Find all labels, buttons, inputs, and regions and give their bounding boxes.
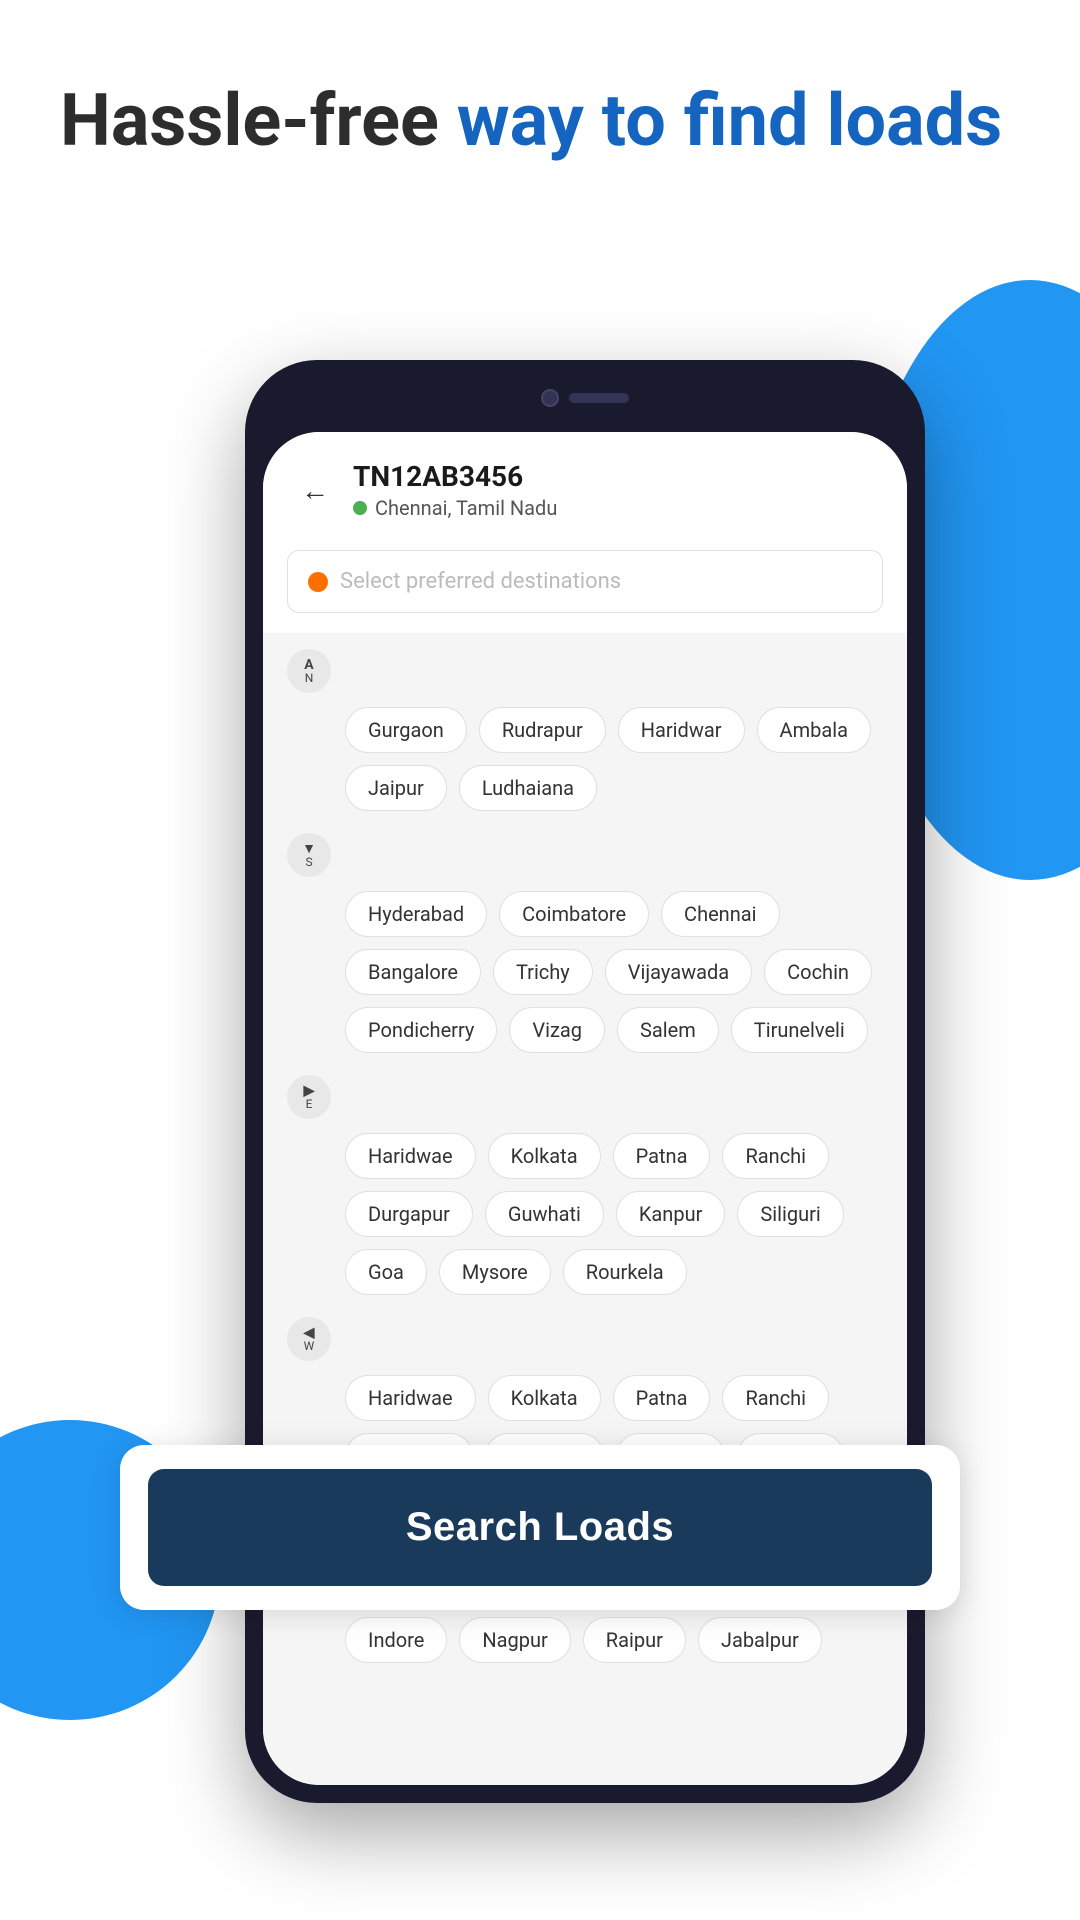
north-chips: Gurgaon Rudrapur Haridwar Ambala Jaipur …	[287, 707, 883, 811]
north-section: A N Gurgaon Rudrapur Haridwar Ambala Jai…	[287, 649, 883, 811]
north-header: A N	[287, 649, 883, 693]
location-dot-icon	[353, 501, 367, 515]
search-placeholder: Select preferred destinations	[340, 569, 621, 594]
south-section: ▼ S Hyderabad Coimbatore Chennai Bangalo…	[287, 833, 883, 1053]
chip-jaipur[interactable]: Jaipur	[345, 765, 447, 811]
chip-gurgaon[interactable]: Gurgaon	[345, 707, 467, 753]
chip-rourkela-e[interactable]: Rourkela	[563, 1249, 687, 1295]
chip-haridwae-e[interactable]: Haridwae	[345, 1133, 476, 1179]
chip-kolkata-e[interactable]: Kolkata	[488, 1133, 601, 1179]
screen-header: ← TN12AB3456 Chennai, Tamil Nadu	[263, 432, 907, 540]
vehicle-info: TN12AB3456 Chennai, Tamil Nadu	[353, 460, 557, 520]
sensors	[569, 393, 629, 403]
south-chips: Hyderabad Coimbatore Chennai Bangalore T…	[287, 891, 883, 1053]
destinations-area: A N Gurgaon Rudrapur Haridwar Ambala Jai…	[263, 633, 907, 1785]
chip-goa-e[interactable]: Goa	[345, 1249, 427, 1295]
back-arrow-icon: ←	[301, 474, 329, 507]
chip-siliguri-e[interactable]: Siliguri	[737, 1191, 843, 1237]
chip-tirunelveli[interactable]: Tirunelveli	[731, 1007, 868, 1053]
south-direction-icon: ▼ S	[287, 833, 331, 877]
east-chips: Haridwae Kolkata Patna Ranchi Durgapur G…	[287, 1133, 883, 1295]
chip-vizag[interactable]: Vizag	[509, 1007, 605, 1053]
chip-durgapur-e[interactable]: Durgapur	[345, 1191, 473, 1237]
chip-cochin[interactable]: Cochin	[764, 949, 872, 995]
vehicle-id: TN12AB3456	[353, 460, 557, 493]
chip-vijayawada[interactable]: Vijayawada	[605, 949, 752, 995]
chip-ludhaiana[interactable]: Ludhaiana	[459, 765, 597, 811]
chip-pondicherry[interactable]: Pondicherry	[345, 1007, 497, 1053]
headline-part2: way to find loads	[457, 78, 1002, 163]
chip-jabalpur[interactable]: Jabalpur	[698, 1617, 822, 1663]
east-direction-icon: ▶ E	[287, 1075, 331, 1119]
east-section: ▶ E Haridwae Kolkata Patna Ranchi Durgap…	[287, 1075, 883, 1295]
phone-notch-bar	[263, 378, 907, 428]
chip-raipur[interactable]: Raipur	[583, 1617, 686, 1663]
west-header: ◀ W	[287, 1317, 883, 1361]
pin-icon	[308, 572, 328, 592]
chip-ranchi-w[interactable]: Ranchi	[722, 1375, 829, 1421]
bottom-bar: Search Loads	[0, 1445, 1080, 1610]
chip-hyderabad[interactable]: Hyderabad	[345, 891, 487, 937]
chip-ambala[interactable]: Ambala	[757, 707, 871, 753]
chip-indore[interactable]: Indore	[345, 1617, 447, 1663]
chip-ranchi-e[interactable]: Ranchi	[722, 1133, 829, 1179]
headline-part1: Hassle-free	[60, 78, 457, 163]
chip-kolkata-w[interactable]: Kolkata	[488, 1375, 601, 1421]
vehicle-location: Chennai, Tamil Nadu	[353, 496, 557, 520]
north-direction-icon: A N	[287, 649, 331, 693]
chip-nagpur[interactable]: Nagpur	[459, 1617, 570, 1663]
chip-haridwae-w[interactable]: Haridwae	[345, 1375, 476, 1421]
search-loads-button[interactable]: Search Loads	[148, 1469, 932, 1586]
chip-guwhati-e[interactable]: Guwhati	[485, 1191, 604, 1237]
chip-kanpur-e[interactable]: Kanpur	[616, 1191, 726, 1237]
chip-mysore-e[interactable]: Mysore	[439, 1249, 551, 1295]
camera-icon	[541, 389, 559, 407]
chip-salem[interactable]: Salem	[617, 1007, 719, 1053]
east-header: ▶ E	[287, 1075, 883, 1119]
chip-rudrapur[interactable]: Rudrapur	[479, 707, 606, 753]
chip-coimbatore[interactable]: Coimbatore	[499, 891, 649, 937]
phone-notch	[485, 378, 685, 418]
chip-bangalore[interactable]: Bangalore	[345, 949, 481, 995]
chip-patna-e[interactable]: Patna	[613, 1133, 711, 1179]
destination-search-box[interactable]: Select preferred destinations	[287, 550, 883, 613]
west-direction-icon: ◀ W	[287, 1317, 331, 1361]
headline-text: Hassle-free way to find loads	[60, 80, 1020, 163]
bottom-bar-inner: Search Loads	[120, 1445, 960, 1610]
search-box-wrapper: Select preferred destinations	[263, 540, 907, 633]
headline-area: Hassle-free way to find loads	[60, 80, 1020, 163]
back-button[interactable]: ←	[293, 468, 337, 512]
chip-chennai[interactable]: Chennai	[661, 891, 779, 937]
chip-trichy[interactable]: Trichy	[493, 949, 593, 995]
chip-patna-w[interactable]: Patna	[613, 1375, 711, 1421]
chip-haridwar[interactable]: Haridwar	[618, 707, 745, 753]
location-text: Chennai, Tamil Nadu	[375, 496, 557, 520]
south-header: ▼ S	[287, 833, 883, 877]
center-chips: Indore Nagpur Raipur Jabalpur	[287, 1617, 883, 1663]
